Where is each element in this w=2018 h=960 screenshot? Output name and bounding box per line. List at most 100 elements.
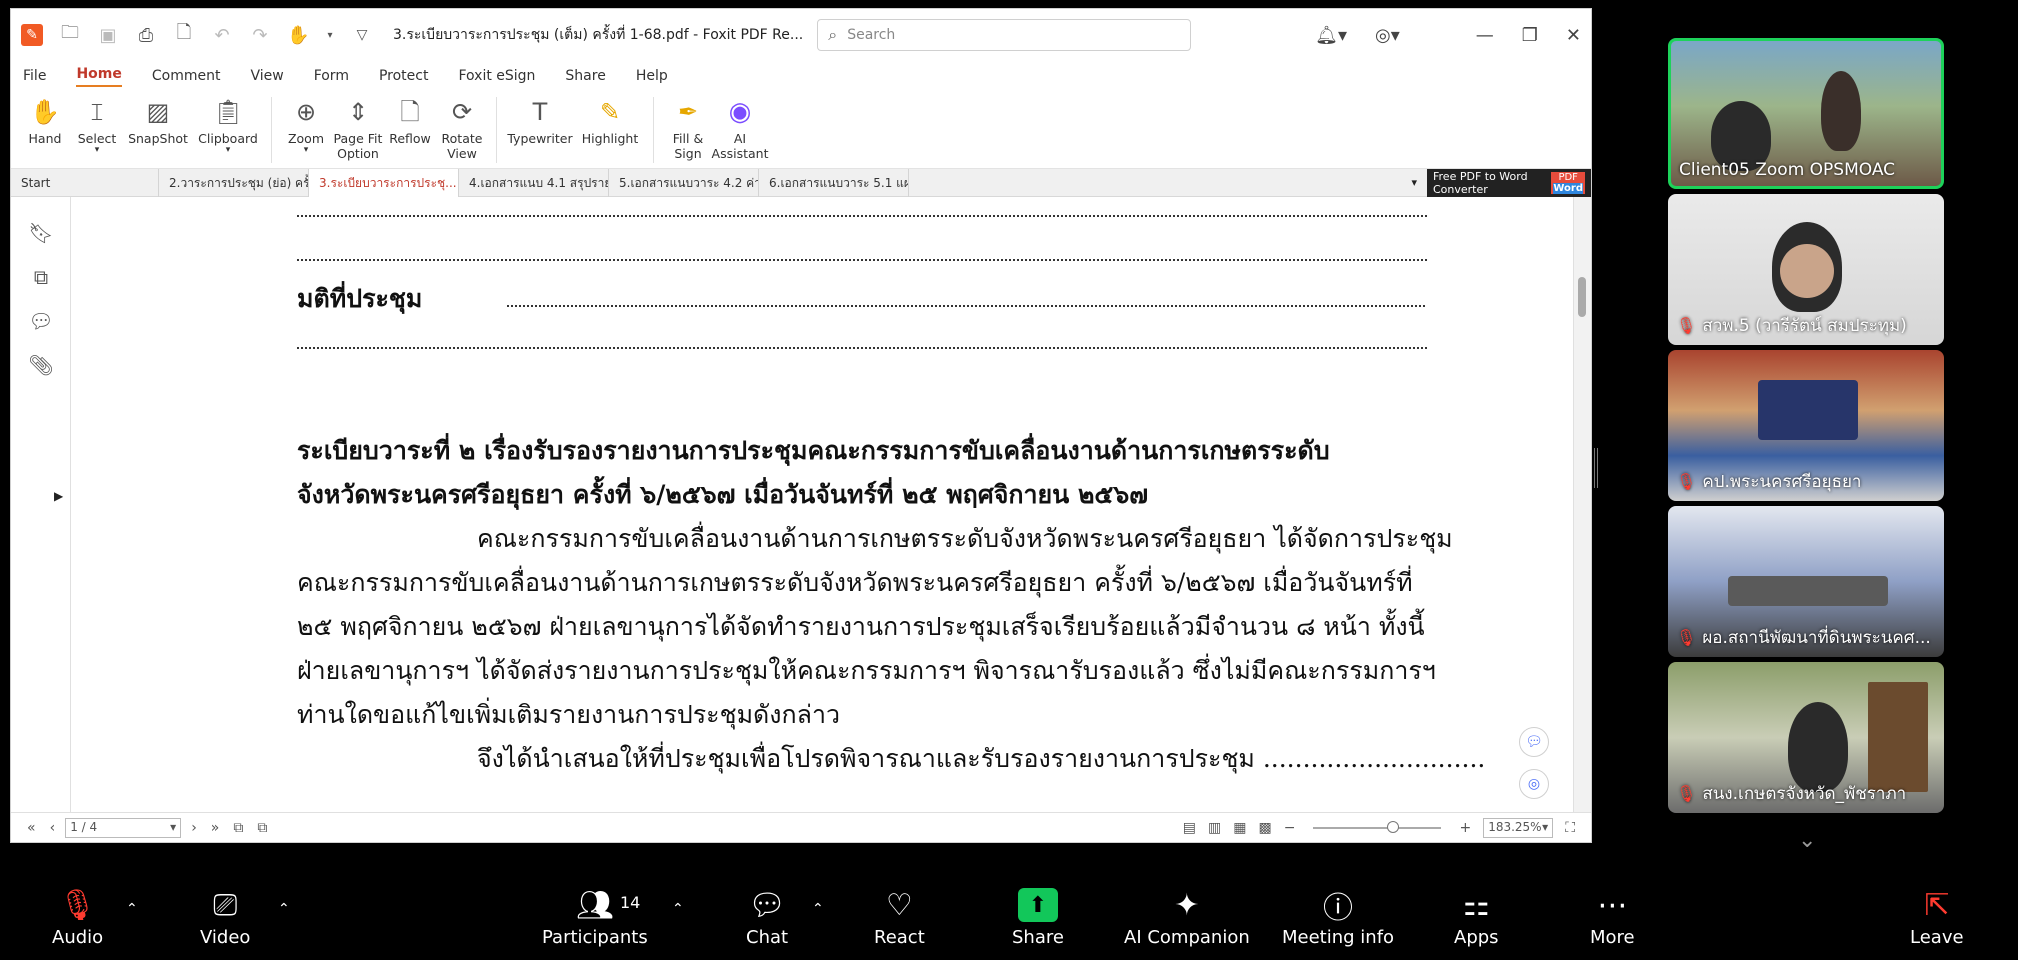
reflow-button[interactable]: 🗋 Reflow (384, 97, 436, 147)
hand-button[interactable]: ✋ Hand (19, 97, 71, 147)
menu-protect[interactable]: Protect (379, 68, 429, 84)
account-icon[interactable]: ◎▾ (1375, 25, 1400, 46)
tab-list-dropdown-icon[interactable]: ▾ (1411, 176, 1417, 189)
menu-view[interactable]: View (250, 68, 283, 84)
menu-comment[interactable]: Comment (152, 68, 221, 84)
open-folder-icon[interactable]: 🗀 (59, 20, 81, 50)
bell-icon[interactable]: 🔔︎▾ (1315, 25, 1347, 46)
audio-button[interactable]: 🎙︎ Audio (52, 883, 103, 949)
continuous-facing-icon[interactable]: ▩ (1258, 820, 1271, 836)
audio-options-caret-icon[interactable]: ⌃ (126, 901, 138, 917)
menu-help[interactable]: Help (636, 68, 668, 84)
save-icon[interactable]: ▣ (97, 25, 119, 46)
bookmark-icon[interactable]: 🔖︎ (11, 211, 71, 255)
zoom-slider[interactable] (1313, 820, 1442, 833)
expand-panel-icon[interactable]: ▶ (54, 489, 63, 503)
participant-tile[interactable]: 🎙︎ สนง.เกษตรจังหวัด_พัชราภา (1668, 662, 1944, 813)
more-button[interactable]: ⋯ More (1590, 883, 1635, 949)
attachment-icon[interactable]: 📎︎ (11, 343, 71, 387)
participant-tile[interactable]: 🎙︎ ผอ.สถานีพัฒนาที่ดินพระนคศ... (1668, 506, 1944, 657)
duplicate-page-icon[interactable]: ⧉ (257, 820, 267, 836)
comments-icon[interactable]: 💬︎ (11, 299, 71, 343)
scrollbar-thumb[interactable] (1578, 277, 1586, 317)
menu-share[interactable]: Share (565, 68, 605, 84)
zoom-slider-knob[interactable] (1387, 820, 1400, 833)
chevron-down-icon[interactable]: ⌄ (1798, 828, 1816, 853)
document-view[interactable]: มติที่ประชุม ระเบียบวาระที่ ๒ เรื่องรับร… (71, 197, 1573, 812)
resolution-label: มติที่ประชุม (297, 284, 423, 313)
menu-form[interactable]: Form (314, 68, 349, 84)
first-page-icon[interactable]: « (27, 820, 36, 836)
continuous-page-icon[interactable]: ▥ (1208, 820, 1221, 836)
facing-page-icon[interactable]: ▦ (1233, 820, 1246, 836)
chat-options-caret-icon[interactable]: ⌃ (812, 901, 824, 917)
highlight-button[interactable]: ✎ Highlight (575, 97, 645, 147)
ribbon-separator (271, 97, 272, 163)
ai-float-icon[interactable]: ◎ (1519, 769, 1549, 799)
leave-button[interactable]: ⇱ Leave (1910, 883, 1964, 949)
new-file-icon[interactable]: 🗋 (173, 20, 195, 50)
vertical-scrollbar[interactable] (1573, 197, 1591, 812)
ai-assistant-button[interactable]: ◉ AI Assistant (712, 97, 769, 162)
zoom-out-icon[interactable]: − (1284, 820, 1296, 836)
apps-button[interactable]: ⚏ Apps (1454, 883, 1499, 949)
zoom-in-icon[interactable]: + (1459, 820, 1471, 836)
print-icon[interactable]: ⎙ (135, 25, 157, 46)
typewriter-button[interactable]: T Typewriter (505, 97, 575, 147)
hand-tool-icon[interactable]: ✋ (287, 25, 309, 46)
ai-companion-button[interactable]: ✦ AI Companion (1124, 883, 1250, 949)
fill-sign-button[interactable]: ✒ Fill & Sign (662, 97, 714, 162)
rotate-view-button[interactable]: ⟳ Rotate View (436, 97, 488, 162)
tab-document-4[interactable]: 4.เอกสารแนบ 4.1 สรุปรายง... (459, 168, 609, 197)
participant-tile[interactable]: 🎙︎ สวพ.5 (วารีรัตน์ สมประทุม) (1668, 194, 1944, 345)
customize-icon[interactable]: ▽ (351, 27, 373, 43)
previous-page-icon[interactable]: ‹ (50, 820, 56, 836)
search-box[interactable]: ⌕ Search (817, 19, 1192, 51)
panel-resize-handle[interactable] (1594, 448, 1598, 488)
snapshot-button[interactable]: ▨ SnapShot (123, 97, 193, 147)
menu-foxit-esign[interactable]: Foxit eSign (458, 68, 535, 84)
redo-icon[interactable]: ↷ (249, 25, 271, 46)
minimize-icon[interactable]: — (1476, 25, 1494, 46)
chat-assistant-icon[interactable]: 💬︎ (1519, 727, 1549, 757)
select-button[interactable]: 𝙸 Select ▾ (71, 97, 123, 155)
pages-icon[interactable]: ⧉ (11, 255, 71, 299)
clipboard-icon: 📋︎ (212, 97, 244, 126)
maximize-icon[interactable]: ❐ (1522, 25, 1538, 46)
participants-options-caret-icon[interactable]: ⌃ (672, 901, 684, 917)
menu-home[interactable]: Home (76, 66, 122, 87)
pdf-to-word-promo[interactable]: Free PDF to Word Converter PDF Word (1427, 168, 1591, 197)
zoom-button[interactable]: ⊕ Zoom ▾ (280, 97, 332, 155)
participant-video (1758, 380, 1858, 440)
copy-page-icon[interactable]: ⧉ (233, 820, 243, 836)
meeting-info-button[interactable]: ⓘ Meeting info (1282, 883, 1394, 948)
quick-access-dropdown-icon[interactable]: ▾ (325, 30, 335, 41)
last-page-icon[interactable]: » (211, 820, 220, 836)
clipboard-button[interactable]: 📋︎ Clipboard ▾ (193, 97, 263, 155)
tab-document-2[interactable]: 2.วาระการประชุม (ย่อ) ครั้ง... (159, 168, 309, 197)
video-camera-icon: ⎚ (213, 887, 238, 923)
zoom-level-field[interactable]: 183.25% ▾ (1483, 817, 1554, 838)
participants-button[interactable]: 👥︎ 14 Participants (542, 883, 648, 949)
next-page-icon[interactable]: › (191, 820, 197, 836)
video-button[interactable]: ⎚ Video (200, 883, 250, 949)
close-icon[interactable]: ✕ (1566, 25, 1581, 46)
leave-door-icon: ⇱ (1924, 887, 1950, 923)
tab-document-3[interactable]: 3.ระเบียบวาระการประชุ...✕ (309, 168, 459, 197)
menu-file[interactable]: File (23, 68, 46, 84)
page-fit-option-button[interactable]: ⇕ Page Fit Option (332, 97, 384, 162)
share-button[interactable]: ⬆ Share (1012, 883, 1064, 948)
chat-button[interactable]: 💬︎ Chat (746, 883, 788, 949)
video-options-caret-icon[interactable]: ⌃ (278, 901, 290, 917)
undo-icon[interactable]: ↶ (211, 25, 233, 46)
tab-document-6[interactable]: 6.เอกสารแนบวาระ 5.1 แผน... (759, 168, 909, 197)
page-number-field[interactable]: 1 / 4 ▾ (65, 817, 182, 838)
participant-tile[interactable]: Client05 Zoom OPSMOAC (1668, 38, 1944, 189)
react-button[interactable]: ♡ React (874, 883, 925, 949)
tab-start[interactable]: Start (11, 168, 159, 197)
fullscreen-icon[interactable]: ⛶ (1565, 820, 1575, 836)
tab-document-5[interactable]: 5.เอกสารแนบวาระ 4.2 ค่าสั่... (609, 168, 759, 197)
participant-video (1821, 71, 1861, 151)
single-page-icon[interactable]: ▤ (1183, 820, 1196, 836)
participant-tile[interactable]: 🎙︎ คป.พระนครศรีอยุธยา (1668, 350, 1944, 501)
